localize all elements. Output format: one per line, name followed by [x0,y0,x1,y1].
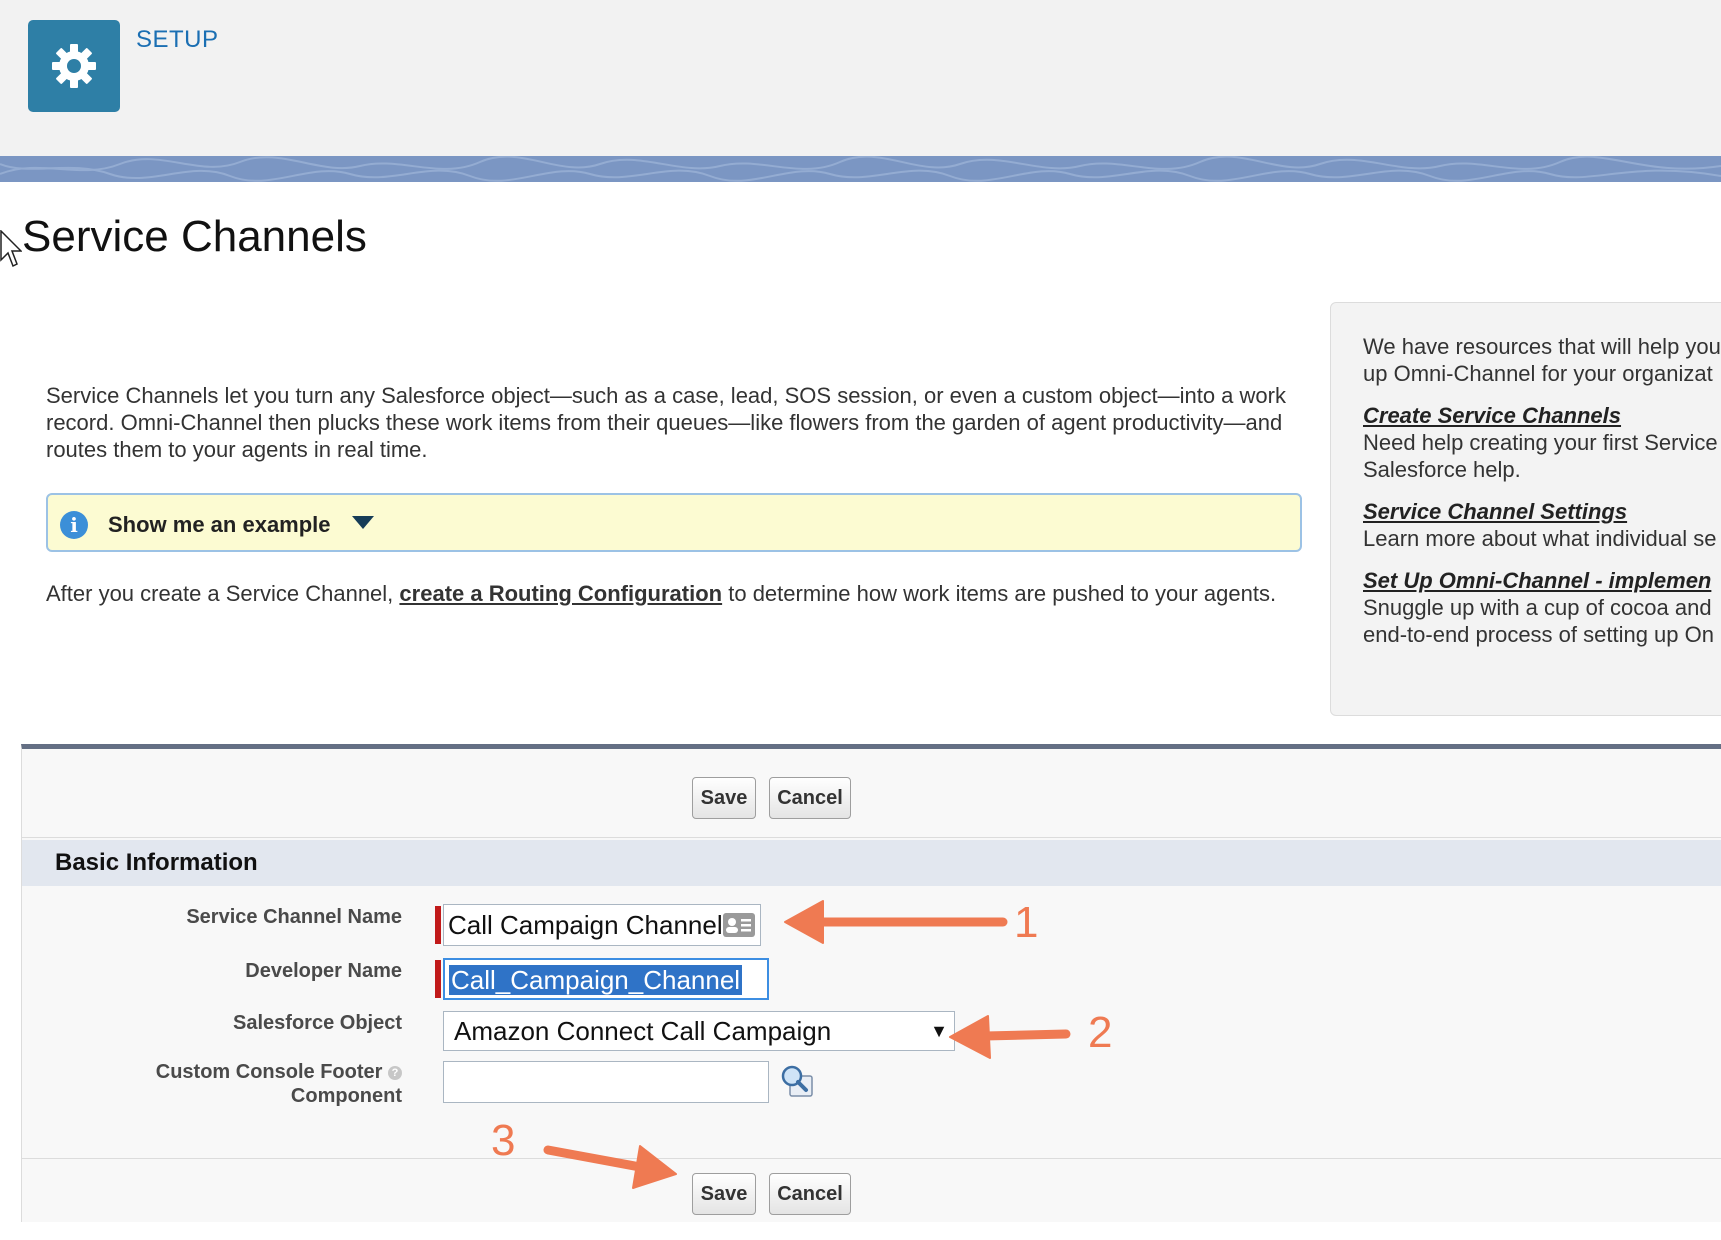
annotation-marker-1: 1 [1014,898,1039,947]
annotation-arrowhead-3 [632,1145,677,1189]
annotation-arrow-3 [543,1145,645,1172]
annotation-marker-3: 3 [491,1116,516,1165]
annotation-arrow-2 [980,1029,1071,1041]
annotation-arrowhead-2 [949,1015,991,1059]
annotation-marker-2: 2 [1088,1008,1113,1057]
annotation-arrowhead-1 [784,900,824,944]
annotation-arrows [543,900,1071,1189]
